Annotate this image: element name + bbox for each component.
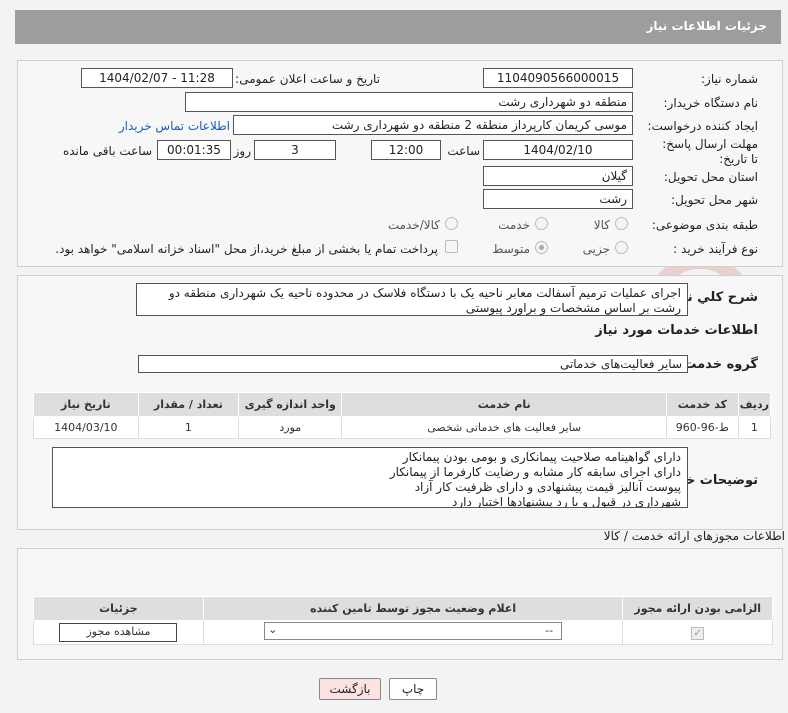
col-permit-details: جزئیات bbox=[33, 596, 204, 621]
process-minor-label: جزیی bbox=[582, 242, 610, 256]
cell-permit-required: ✓ bbox=[622, 620, 773, 645]
deadline-time-field[interactable]: 12:00 bbox=[371, 140, 441, 160]
category-goods-label: کالا bbox=[593, 218, 610, 232]
view-permit-button[interactable]: مشاهده مجوز bbox=[59, 623, 178, 642]
remaining-label: ساعت باقی مانده bbox=[62, 144, 152, 158]
services-table: ردیف کد خدمت نام خدمت واحد اندازه گیری ت… bbox=[33, 392, 772, 439]
cell-row-number: 1 bbox=[737, 416, 772, 439]
service-group-field[interactable]: سایر فعالیت‌های خدماتی bbox=[138, 355, 688, 373]
col-quantity: تعداد / مقدار bbox=[137, 392, 240, 417]
city-field[interactable]: رشت bbox=[483, 189, 633, 209]
chevron-down-icon: ⌄ bbox=[268, 623, 278, 636]
remaining-time-field[interactable]: 00:01:35 bbox=[157, 140, 231, 160]
table-row[interactable]: 1 ط-96-960 سایر فعالیت های خدماتی شخصی م… bbox=[33, 416, 772, 439]
buyer-note-line: دارای گواهینامه صلاحیت پیمانکاری و بومی … bbox=[402, 450, 681, 464]
page-header: جزئیات اطلاعات نیاز bbox=[15, 10, 781, 44]
page-title: جزئیات اطلاعات نیاز bbox=[646, 19, 767, 33]
cell-unit: مورد bbox=[238, 416, 343, 439]
city-label: شهر محل تحویل: bbox=[671, 193, 758, 207]
permits-section-title: اطلاعات مجوزهای ارائه خدمت / کالا bbox=[603, 529, 785, 543]
buyer-note-line: دارای اجرای سابقه کار مشابه و رضایت کارف… bbox=[389, 465, 681, 479]
category-both-radio[interactable] bbox=[445, 217, 458, 230]
table-row: ✓ -- ⌄ مشاهده مجوز bbox=[33, 620, 773, 645]
cell-quantity: 1 bbox=[137, 416, 240, 439]
process-minor-radio[interactable] bbox=[615, 241, 628, 254]
process-medium-radio[interactable] bbox=[535, 241, 548, 254]
category-service-radio[interactable] bbox=[535, 217, 548, 230]
cell-service-name: سایر فعالیت های خدماتی شخصی bbox=[341, 416, 667, 439]
cell-need-date: 1404/03/10 bbox=[33, 416, 139, 439]
col-service-name: نام خدمت bbox=[341, 392, 667, 417]
permit-status-select[interactable]: -- ⌄ bbox=[264, 622, 563, 640]
deadline-label: مهلت ارسال پاسخ: تا تاریخ: bbox=[662, 137, 758, 166]
print-button[interactable]: چاپ bbox=[389, 678, 437, 700]
need-number-label: شماره نیاز: bbox=[701, 72, 758, 86]
category-label: طبقه بندی موضوعی: bbox=[651, 218, 758, 232]
col-need-date: تاریخ نیاز bbox=[33, 392, 139, 417]
requester-field[interactable]: موسی کریمان کارپرداز منطقه 2 منطقه دو شه… bbox=[233, 115, 633, 135]
permits-table: الزامی بودن ارائه مجوز اعلام وضعیت مجوز … bbox=[33, 596, 773, 645]
deadline-date-field[interactable]: 1404/02/10 bbox=[483, 140, 633, 160]
back-button[interactable]: بازگشت bbox=[319, 678, 381, 700]
deadline-time-label: ساعت bbox=[447, 144, 480, 158]
buyer-notes-textarea[interactable]: دارای گواهینامه صلاحیت پیمانکاری و بومی … bbox=[52, 447, 688, 508]
col-row-number: ردیف bbox=[737, 392, 772, 417]
services-table-header: ردیف کد خدمت نام خدمت واحد اندازه گیری ت… bbox=[33, 392, 772, 417]
col-unit: واحد اندازه گیری bbox=[238, 392, 343, 417]
cell-permit-status: -- ⌄ bbox=[202, 620, 624, 645]
buyer-note-line: شهرداری در قبول و یا رد پیشنهادها اختیار… bbox=[452, 495, 681, 508]
category-both-label: کالا/خدمت bbox=[387, 218, 440, 232]
announce-datetime-field[interactable]: 1404/02/07 - 11:28 bbox=[81, 68, 233, 88]
province-label: استان محل تحویل: bbox=[663, 170, 758, 184]
buyer-note-line: پیوست آنالیز قیمت پیشنهادی و دارای ظرفیت… bbox=[414, 480, 681, 494]
category-service-label: خدمت bbox=[498, 218, 530, 232]
cell-permit-details: مشاهده مجوز bbox=[33, 620, 204, 645]
category-goods-radio[interactable] bbox=[615, 217, 628, 230]
summary-textarea[interactable]: اجرای عملیات ترمیم آسفالت معابر ناحیه یک… bbox=[136, 283, 688, 316]
check-icon[interactable]: ✓ bbox=[691, 626, 705, 640]
services-section-title: اطلاعات خدمات مورد نياز bbox=[595, 323, 758, 338]
process-medium-label: متوسط bbox=[492, 242, 530, 256]
buyer-org-label: نام دستگاه خریدار: bbox=[663, 96, 759, 110]
service-group-label: گروه خدمت: bbox=[678, 357, 758, 372]
need-number-field[interactable]: 1104090566000015 bbox=[483, 68, 633, 88]
treasury-payment-note: پرداخت تمام یا بخشی از مبلغ خرید،از محل … bbox=[55, 242, 438, 256]
announce-datetime-label: تاریخ و ساعت اعلان عمومی: bbox=[235, 72, 380, 86]
buyer-contact-link[interactable]: اطلاعات تماس خریدار bbox=[119, 119, 230, 133]
col-service-code: کد خدمت bbox=[665, 392, 739, 417]
province-field[interactable]: گیلان bbox=[483, 166, 633, 186]
col-permit-status: اعلام وضعیت مجوز توسط تامین کننده bbox=[202, 596, 624, 621]
permit-status-value: -- bbox=[545, 624, 554, 637]
buyer-org-field[interactable]: منطقه دو شهرداری رشت bbox=[185, 92, 633, 112]
requester-label: ایجاد کننده درخواست: bbox=[647, 119, 758, 133]
process-label: نوع فرآیند خرید : bbox=[673, 242, 758, 256]
col-permit-required: الزامی بودن ارائه مجوز bbox=[622, 596, 773, 621]
cell-service-code: ط-96-960 bbox=[665, 416, 739, 439]
permits-table-header: الزامی بودن ارائه مجوز اعلام وضعیت مجوز … bbox=[33, 596, 773, 621]
treasury-payment-checkbox[interactable] bbox=[445, 240, 458, 253]
days-field[interactable]: 3 bbox=[254, 140, 336, 160]
